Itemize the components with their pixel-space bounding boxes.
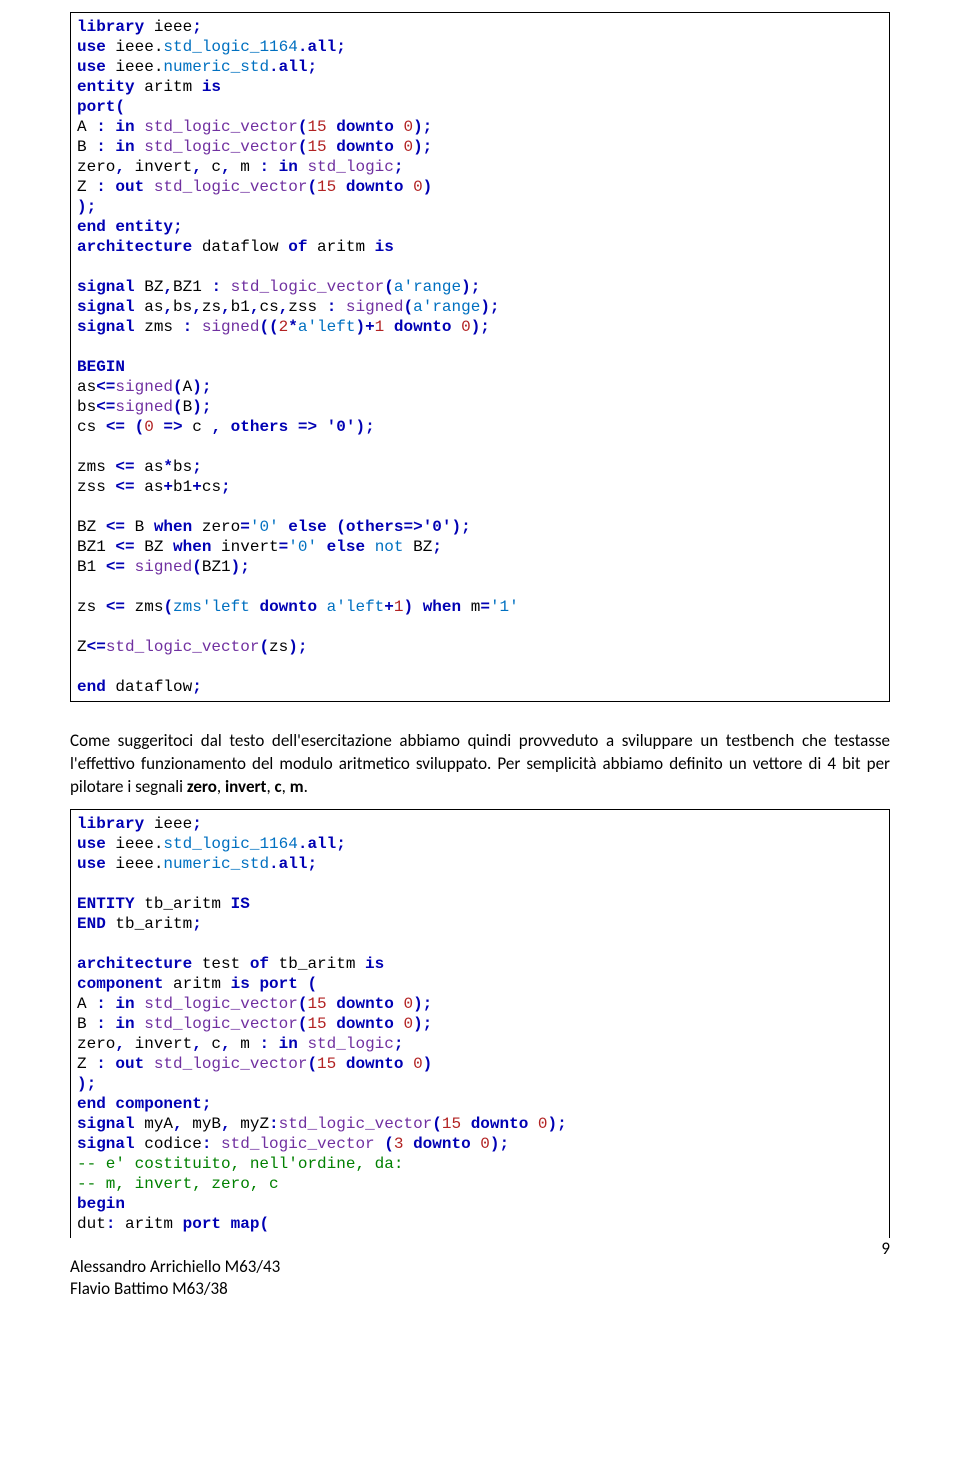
page-footer: 9 Alessandro Arrichiello M63/43 Flavio B… <box>70 1256 890 1300</box>
footer-author-1: Alessandro Arrichiello M63/43 <box>70 1256 890 1278</box>
footer-author-2: Flavio Battimo M63/38 <box>70 1278 890 1300</box>
body-paragraph: Come suggeritoci dal testo dell'esercita… <box>70 730 890 799</box>
code-block-2: library ieee; use ieee.std_logic_1164.al… <box>70 809 890 1238</box>
code-block-1: library ieee; use ieee.std_logic_1164.al… <box>70 12 890 702</box>
page-number: 9 <box>881 1238 890 1260</box>
